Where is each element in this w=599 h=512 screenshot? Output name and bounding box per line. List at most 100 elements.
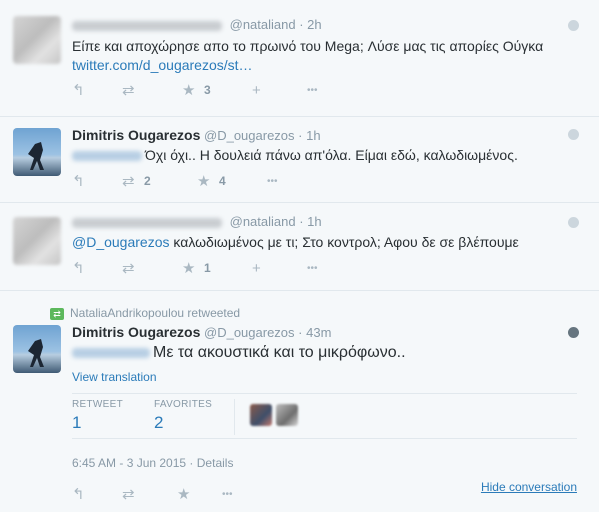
globe-icon[interactable] [568, 217, 579, 228]
meta-separator: · [189, 456, 194, 470]
follow-button[interactable]: + [252, 258, 307, 278]
favorite-button[interactable]: ★ 3 [182, 80, 252, 100]
reply-button[interactable]: ↰ [72, 80, 122, 100]
tweet-timestamp[interactable]: · 43m [298, 325, 331, 340]
favorites-stat[interactable]: FAVORITES 2 [154, 399, 212, 433]
tweet-header: Dimitris Ougarezos @D_ougarezos · 43m [72, 324, 569, 342]
reply-icon: ↰ [72, 260, 85, 277]
mention-link[interactable]: @D_ougarezos [72, 234, 170, 250]
user-handle[interactable]: @nataliand [230, 17, 296, 32]
tweet[interactable]: @nataliand · 2h Είπε και αποχώρησε απο τ… [0, 0, 599, 117]
more-icon: ••• [222, 488, 233, 500]
reply-icon: ↰ [72, 82, 85, 99]
reply-button[interactable]: ↰ [72, 171, 122, 191]
add-user-icon: + [252, 259, 261, 277]
retweet-icon: ⇄ [122, 173, 135, 190]
more-icon: ••• [267, 175, 278, 187]
follow-button[interactable]: + [252, 80, 307, 100]
globe-icon[interactable] [568, 327, 579, 338]
retweet-icon: ⇄ [122, 82, 135, 99]
tweet-timestamp[interactable]: · 1h [299, 214, 321, 229]
details-link[interactable]: Details [197, 456, 234, 470]
user-handle[interactable]: @D_ougarezos [204, 128, 295, 143]
mini-avatar[interactable] [276, 404, 298, 426]
tweet-actions: ↰ ⇄ ★ 1 + ••• [72, 258, 369, 278]
tweet[interactable]: Dimitris Ougarezos @D_ougarezos · 1h Όχι… [0, 117, 599, 203]
blurred-mention[interactable] [72, 347, 150, 358]
retweet-button[interactable]: ⇄ [122, 484, 177, 504]
tweet-actions: ↰ ⇄ ★ ••• [72, 484, 284, 504]
display-name[interactable]: Dimitris Ougarezos [72, 324, 200, 340]
tweet-actions: ↰ ⇄ ★ 3 + ••• [72, 80, 369, 100]
retweet-stat-label: RETWEET [72, 399, 123, 410]
favoriter-avatars [250, 404, 298, 426]
tweet-text: Όχι όχι.. Η δουλειά πάνω απ'όλα. Είμαι ε… [72, 146, 579, 165]
more-button[interactable]: ••• [267, 171, 329, 191]
retweet-icon: ⇄ [122, 486, 135, 503]
display-name[interactable]: Dimitris Ougarezos [72, 127, 200, 143]
star-icon: ★ [197, 173, 211, 190]
retweet-context[interactable]: ⇄ NataliaAndrikopoulou retweeted [50, 306, 240, 320]
mini-avatar[interactable] [250, 404, 272, 426]
reply-icon: ↰ [72, 486, 85, 503]
avatar[interactable] [13, 217, 61, 265]
avatar[interactable] [13, 16, 61, 64]
tweet-stats: RETWEET 1 FAVORITES 2 [72, 393, 577, 439]
tweet-timestamp[interactable]: · 2h [299, 17, 321, 32]
more-icon: ••• [307, 84, 318, 96]
retweet-icon: ⇄ [122, 260, 135, 277]
tweet-text: Με τα ακουστικά και το μικρόφωνο.. [72, 343, 579, 362]
view-translation-link[interactable]: View translation [72, 370, 157, 384]
tweet-actions: ↰ ⇄ 2 ★ 4 ••• [72, 171, 329, 191]
avatar-figure [28, 339, 44, 367]
stats-divider [234, 399, 235, 435]
retweet-button[interactable]: ⇄ [122, 80, 182, 100]
user-handle[interactable]: @nataliand [230, 214, 296, 229]
hide-conversation-link[interactable]: Hide conversation [481, 480, 577, 494]
avatar[interactable] [13, 325, 61, 373]
favorites-stat-label: FAVORITES [154, 399, 213, 410]
favorite-button[interactable]: ★ 4 [197, 171, 267, 191]
avatar-figure [28, 142, 44, 170]
tweet-text: @D_ougarezos καλωδιωμένος με τι; Στο κον… [72, 234, 519, 250]
blurred-display-name [72, 217, 222, 228]
globe-icon[interactable] [568, 129, 579, 140]
more-button[interactable]: ••• [222, 484, 284, 504]
retweet-stat-count: 1 [72, 413, 82, 432]
star-icon: ★ [182, 82, 196, 99]
retweet-button[interactable]: ⇄ [122, 258, 182, 278]
retweet-stat[interactable]: RETWEET 1 [72, 399, 123, 433]
retweet-badge-icon: ⇄ [50, 307, 64, 320]
add-user-icon: + [252, 81, 261, 99]
favorite-button[interactable]: ★ 1 [182, 258, 252, 278]
tweet-header: @nataliand · 2h [72, 17, 569, 35]
favorites-stat-count: 2 [154, 413, 164, 432]
reply-icon: ↰ [72, 173, 85, 190]
tweet-header: @nataliand · 1h [72, 214, 569, 232]
tweet-header: Dimitris Ougarezos @D_ougarezos · 1h [72, 127, 569, 145]
favorite-button[interactable]: ★ [177, 484, 222, 504]
retweet-button[interactable]: ⇄ 2 [122, 171, 197, 191]
expanded-tweet[interactable]: ⇄ NataliaAndrikopoulou retweeted Dimitris… [0, 291, 599, 512]
more-icon: ••• [307, 262, 318, 274]
blurred-mention[interactable] [72, 151, 142, 162]
star-icon: ★ [182, 260, 196, 277]
globe-icon[interactable] [568, 20, 579, 31]
tweet-timestamp[interactable]: · 1h [298, 128, 320, 143]
favorite-count: 4 [219, 174, 226, 188]
tweet-metadata: 6:45 AM - 3 Jun 2015 · Details [72, 456, 233, 470]
avatar[interactable] [13, 128, 61, 176]
star-icon: ★ [177, 486, 191, 503]
favorite-count: 1 [204, 261, 211, 275]
blurred-display-name [72, 20, 222, 31]
reply-button[interactable]: ↰ [72, 258, 122, 278]
tweet[interactable]: @nataliand · 1h @D_ougarezos καλωδιωμένο… [0, 203, 599, 291]
tweet-link[interactable]: twitter.com/d_ougarezos/st… [72, 57, 253, 73]
tweet-datetime: 6:45 AM - 3 Jun 2015 [72, 456, 187, 470]
reply-button[interactable]: ↰ [72, 484, 122, 504]
user-handle[interactable]: @D_ougarezos [204, 325, 295, 340]
more-button[interactable]: ••• [307, 80, 369, 100]
more-button[interactable]: ••• [307, 258, 369, 278]
favorite-count: 3 [204, 83, 211, 97]
tweet-text: Είπε και αποχώρησε απο το πρωινό του Meg… [72, 38, 544, 73]
